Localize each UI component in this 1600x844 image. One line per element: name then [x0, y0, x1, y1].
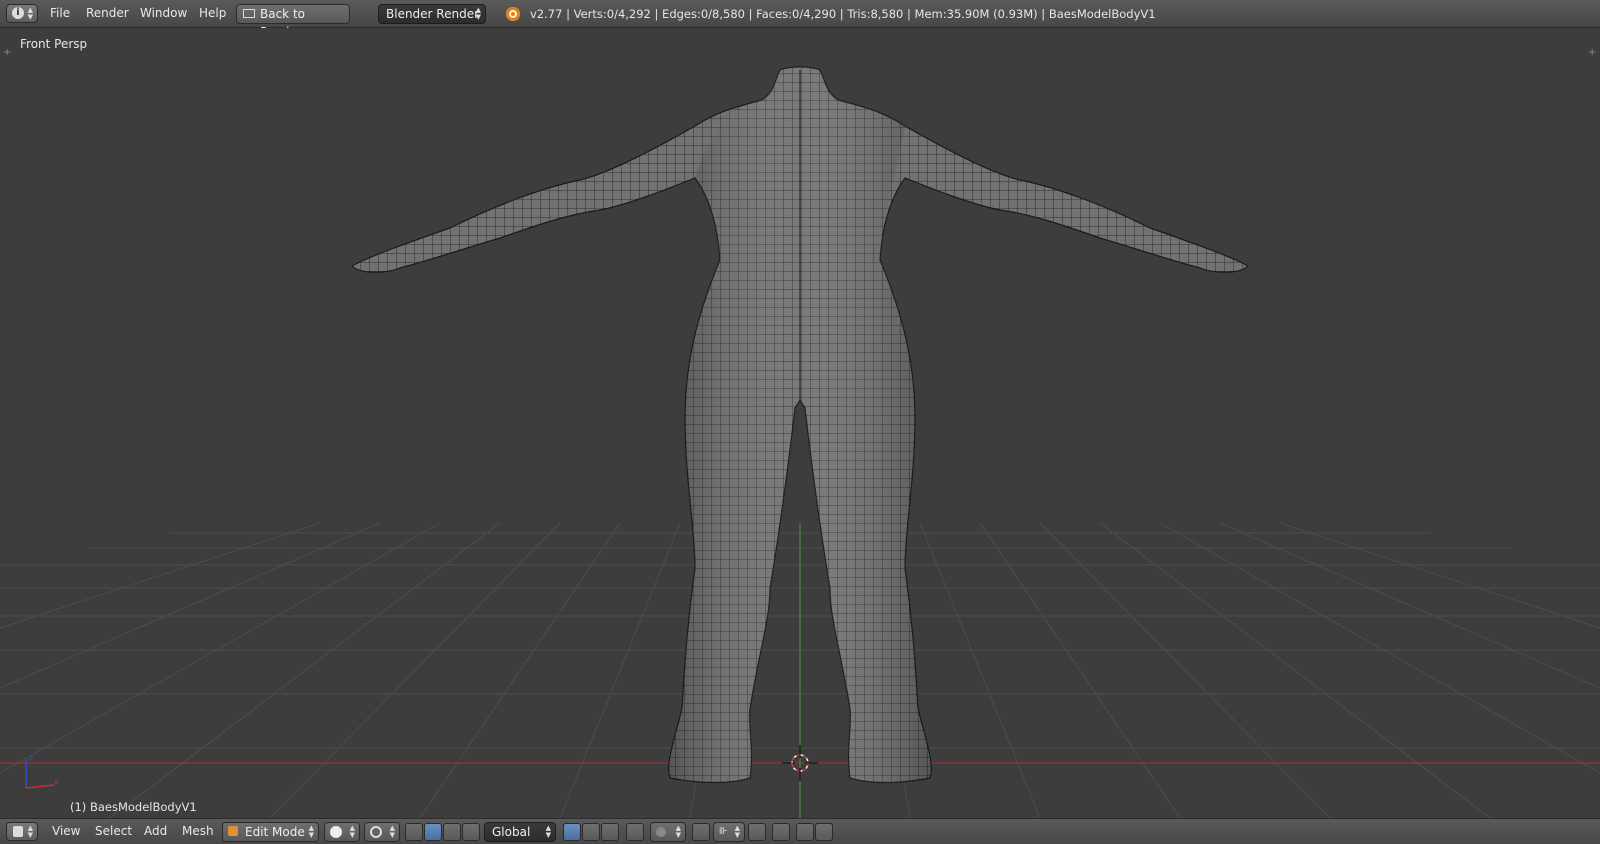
viewport-shading-dropdown[interactable]: ▲ ▼ — [324, 822, 360, 842]
menu-mesh[interactable]: Mesh — [182, 824, 214, 838]
editor-type-button[interactable]: i ▲ ▼ — [6, 4, 38, 23]
axis-gizmo-icon: z x — [25, 753, 59, 789]
render-engine-dropdown[interactable]: Blender Render ▲ ▼ — [378, 4, 486, 24]
render-still-icon[interactable] — [796, 823, 814, 841]
proportional-editing-dropdown[interactable]: ▲ ▼ — [650, 822, 686, 842]
menu-view[interactable]: View — [52, 824, 80, 838]
rotate-manipulator-icon[interactable] — [443, 823, 461, 841]
svg-text:z: z — [29, 753, 33, 762]
opengl-render-icon[interactable] — [772, 823, 790, 841]
region-expand-left-icon[interactable]: + — [3, 48, 13, 58]
menu-select[interactable]: Select — [95, 824, 132, 838]
mode-label: Edit Mode — [245, 825, 305, 839]
region-expand-right-icon[interactable]: + — [1588, 48, 1598, 58]
chevron-updown-icon: ▲ ▼ — [308, 824, 314, 839]
info-icon: i — [12, 7, 24, 19]
mode-dropdown[interactable]: Edit Mode ▲ ▼ — [222, 822, 319, 842]
chevron-updown-icon: ▲ ▼ — [389, 824, 395, 839]
edit-mode-icon — [228, 826, 238, 836]
object-label: (1) BaesModelBodyV1 — [70, 800, 197, 814]
chevron-updown-icon: ▲ ▼ — [675, 824, 681, 839]
transform-orientation-dropdown[interactable]: Global ▲ ▼ — [484, 822, 556, 842]
scene-statistics: v2.77 | Verts:0/4,292 | Edges:0/8,580 | … — [530, 7, 1156, 21]
blender-logo-icon — [506, 7, 520, 21]
menu-window[interactable]: Window — [140, 6, 187, 20]
3d-viewport[interactable]: z x Front Persp (1) BaesModelBodyV1 + + — [0, 28, 1600, 818]
edge-select-icon[interactable] — [582, 823, 600, 841]
pivot-icon — [370, 826, 382, 838]
transform-orientation-label: Global — [492, 825, 531, 839]
face-select-icon[interactable] — [601, 823, 619, 841]
limit-selection-visible-icon[interactable] — [626, 823, 644, 841]
viewport-header: ▲ ▼ View Select Add Mesh Edit Mode ▲ ▼ ▲ ▼ … — [0, 818, 1600, 844]
back-icon — [243, 9, 255, 18]
menu-add[interactable]: Add — [144, 824, 167, 838]
snap-element-dropdown[interactable]: ⊪ ▲ ▼ — [713, 822, 745, 842]
proportional-icon — [656, 827, 666, 837]
svg-text:x: x — [54, 777, 59, 786]
chevron-updown-icon: ▲ ▼ — [27, 824, 33, 839]
vertex-select-icon[interactable] — [563, 823, 581, 841]
3d-view-icon — [13, 826, 23, 837]
manipulator-toggle-icon[interactable] — [405, 823, 423, 841]
render-engine-label: Blender Render — [386, 7, 480, 21]
chevron-updown-icon: ▲ ▼ — [27, 6, 33, 21]
solid-shading-icon — [330, 826, 342, 838]
chevron-updown-icon: ▲ ▼ — [475, 6, 481, 21]
menu-help[interactable]: Help — [199, 6, 226, 20]
chevron-updown-icon: ▲ ▼ — [734, 824, 740, 839]
view-label: Front Persp — [20, 37, 88, 51]
menu-file[interactable]: File — [50, 6, 70, 20]
snap-target-icon[interactable] — [748, 823, 766, 841]
translate-manipulator-icon[interactable] — [424, 823, 442, 841]
viewport-canvas: z x — [0, 66, 1600, 818]
snap-increment-icon: ⊪ — [719, 826, 728, 837]
scale-manipulator-icon[interactable] — [462, 823, 480, 841]
menu-render[interactable]: Render — [86, 6, 129, 20]
chevron-updown-icon: ▲ ▼ — [545, 824, 551, 839]
render-animation-icon[interactable] — [815, 823, 833, 841]
pivot-point-dropdown[interactable]: ▲ ▼ — [364, 822, 400, 842]
back-to-previous-button[interactable]: Back to Previous — [236, 4, 350, 39]
top-header: i ▲▼ File Render Window Help Back to Pre… — [0, 0, 1600, 39]
snap-toggle-icon[interactable] — [692, 823, 710, 841]
editor-type-button-3d[interactable]: ▲ ▼ — [6, 822, 38, 841]
chevron-updown-icon: ▲ ▼ — [349, 824, 355, 839]
